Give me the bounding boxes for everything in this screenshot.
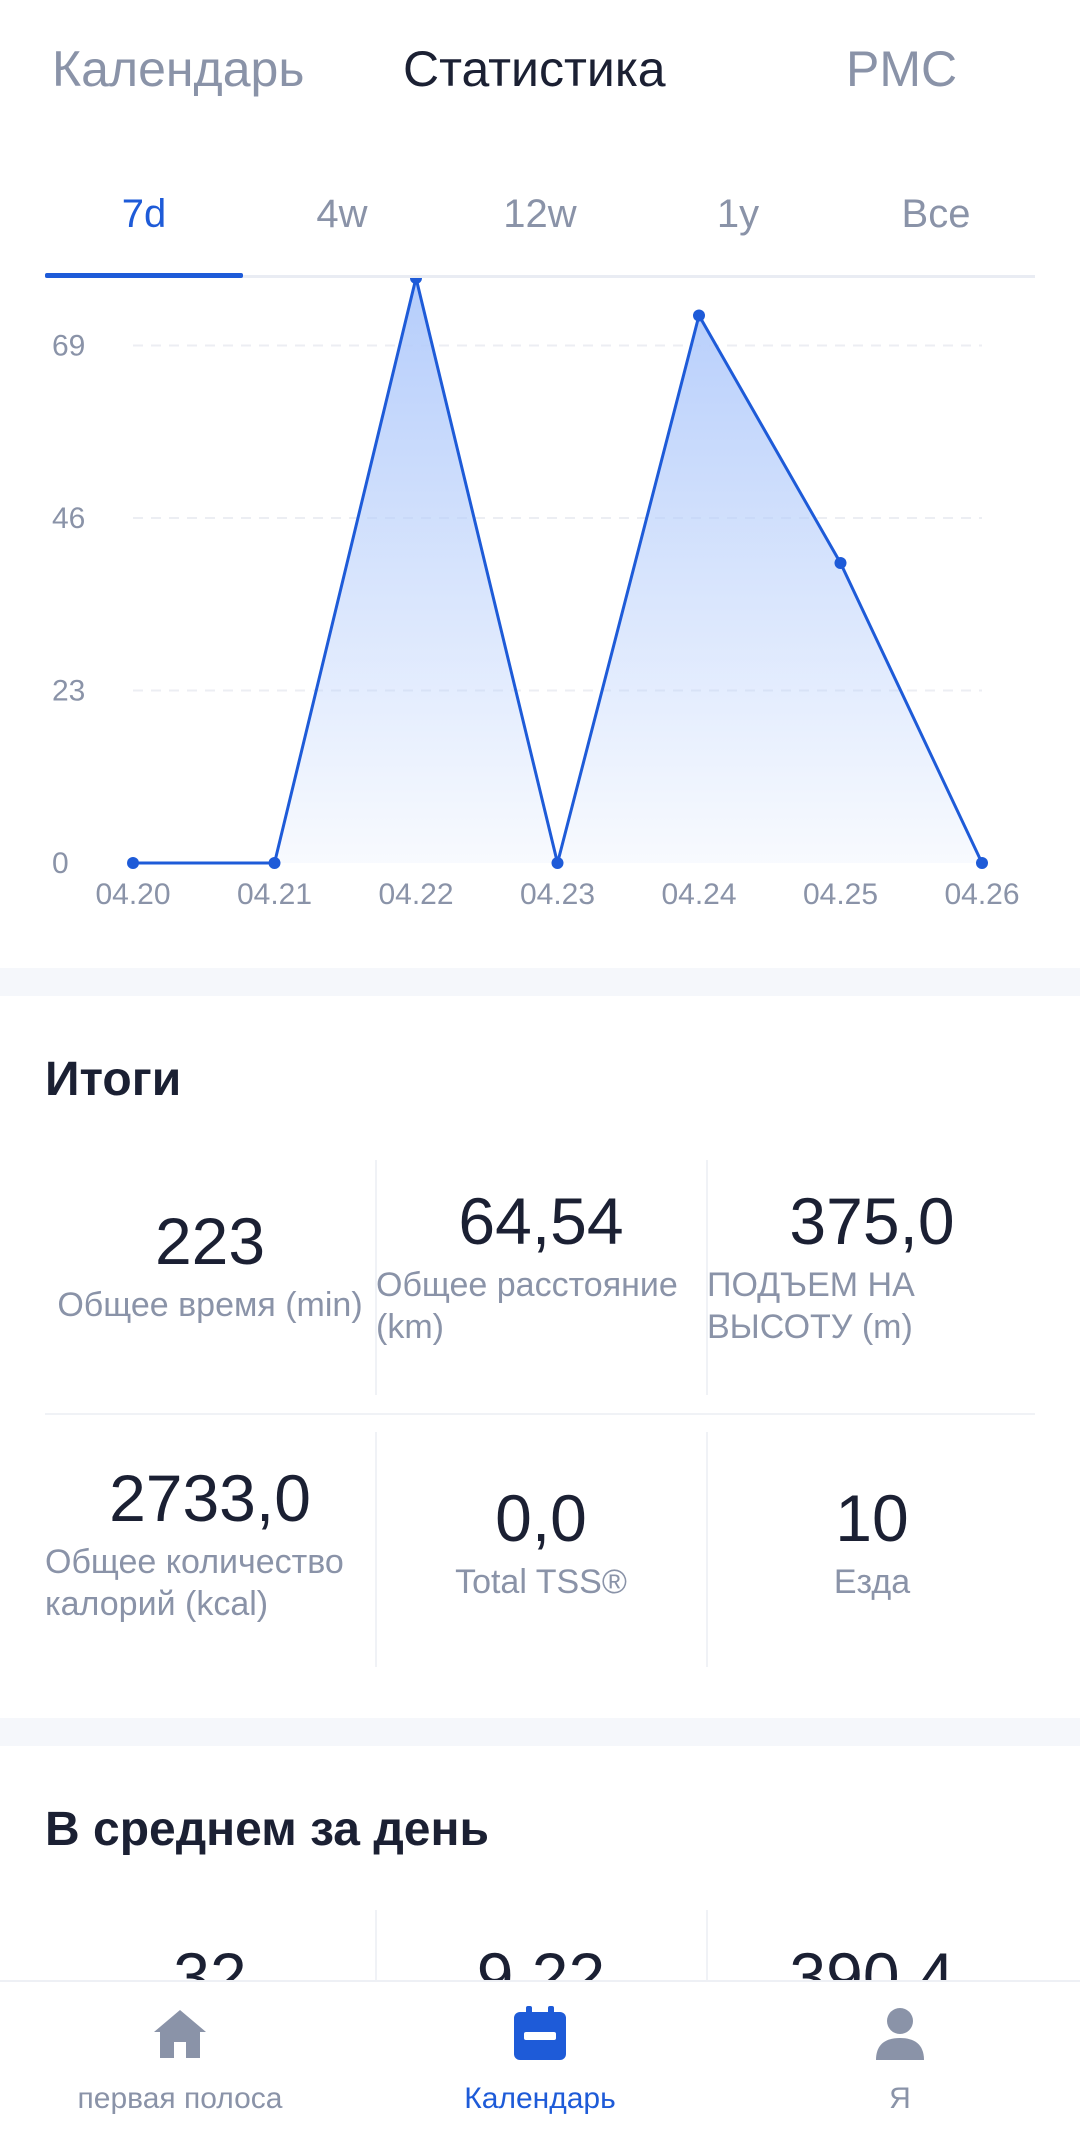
data-point bbox=[551, 857, 564, 869]
person-icon bbox=[876, 2008, 924, 2060]
daily-average-title: В среднем за день bbox=[45, 1803, 489, 1856]
stat-total-time: 223 Общее время (min) bbox=[45, 1205, 375, 1326]
nav-item-calendar[interactable]: Календарь bbox=[360, 1982, 720, 2131]
range-tab-12w[interactable]: 12w bbox=[441, 192, 639, 237]
data-point bbox=[410, 278, 422, 284]
stat-label: ПОДЪЕМ НА ВЫСОТУ (m) bbox=[707, 1265, 915, 1347]
stat-label: Общее количество калорий (kcal) bbox=[45, 1542, 344, 1624]
range-tab-all[interactable]: Все bbox=[837, 192, 1035, 237]
nav-label: Календарь bbox=[464, 2082, 616, 2115]
nav-item-home[interactable]: первая полоса bbox=[0, 1982, 360, 2131]
nav-label: первая полоса bbox=[77, 2082, 283, 2115]
stat-value: 223 bbox=[154, 1204, 266, 1278]
column-divider bbox=[706, 1160, 708, 1395]
x-tick-label: 04.23 bbox=[520, 878, 595, 911]
stat-total-distance: 64,54 Общее расстояние (km) bbox=[376, 1185, 706, 1349]
stat-total-calories: 2733,0 Общее количество калорий (kcal) bbox=[45, 1462, 375, 1626]
tab-calendar[interactable]: Календарь bbox=[52, 40, 304, 98]
y-tick-label: 0 bbox=[52, 847, 69, 880]
tab-pmc[interactable]: PMC bbox=[846, 40, 957, 98]
column-divider bbox=[706, 1910, 708, 1980]
range-tabs: 7d 4w 12w 1y Все bbox=[45, 170, 1035, 278]
section-separator bbox=[0, 1718, 1080, 1746]
range-tab-1y[interactable]: 1y bbox=[639, 192, 837, 237]
stat-value: 2733,0 bbox=[109, 1461, 311, 1535]
stat-elevation: 375,0 ПОДЪЕМ НА ВЫСОТУ (m) bbox=[707, 1185, 1037, 1349]
data-point bbox=[834, 557, 847, 569]
section-separator bbox=[0, 968, 1080, 996]
activity-chart: 0 23 46 69 04.20 04.21 04.22 04.23 04.24 04.25 04.… bbox=[0, 278, 1080, 918]
x-tick-label: 04.20 bbox=[95, 878, 170, 911]
x-tick-label: 04.22 bbox=[378, 878, 453, 911]
stat-value: 10 bbox=[835, 1481, 909, 1555]
stat-rides: 10 Езда bbox=[707, 1482, 1037, 1603]
stat-label: Total TSS® bbox=[455, 1562, 627, 1601]
range-tab-4w[interactable]: 4w bbox=[243, 192, 441, 237]
y-tick-label: 46 bbox=[52, 502, 85, 535]
chart-svg: 0 23 46 69 04.20 04.21 04.22 04.23 04.24 04.25 04.… bbox=[52, 278, 1020, 911]
y-tick-label: 69 bbox=[52, 330, 85, 363]
data-point bbox=[693, 309, 705, 322]
data-point bbox=[268, 857, 281, 869]
x-tick-label: 04.24 bbox=[661, 878, 736, 911]
row-divider bbox=[45, 1413, 1035, 1415]
calendar-icon bbox=[514, 2006, 566, 2060]
stat-label: Езда bbox=[833, 1562, 911, 1601]
home-icon bbox=[154, 2010, 206, 2058]
nav-item-me[interactable]: Я bbox=[720, 1982, 1080, 2131]
column-divider bbox=[375, 1432, 377, 1667]
stat-label: Общее расстояние (km) bbox=[376, 1265, 678, 1347]
series-area bbox=[133, 278, 982, 863]
x-tick-label: 04.25 bbox=[803, 878, 878, 911]
stat-total-tss: 0,0 Total TSS® bbox=[376, 1482, 706, 1603]
column-divider bbox=[375, 1910, 377, 1980]
top-tabs: Календарь Статистика PMC bbox=[0, 0, 1080, 150]
data-point bbox=[976, 857, 988, 869]
tab-statistics[interactable]: Статистика bbox=[403, 40, 666, 98]
totals-title: Итоги bbox=[45, 1053, 182, 1106]
stat-value: 0,0 bbox=[495, 1481, 587, 1555]
column-divider bbox=[706, 1432, 708, 1667]
data-point bbox=[127, 857, 139, 869]
stat-value: 64,54 bbox=[458, 1184, 624, 1258]
column-divider bbox=[375, 1160, 377, 1395]
stat-label: Общее время (min) bbox=[57, 1285, 363, 1324]
range-tab-7d[interactable]: 7d bbox=[45, 192, 243, 237]
y-tick-label: 23 bbox=[52, 675, 85, 708]
x-tick-label: 04.26 bbox=[944, 878, 1019, 911]
stat-value: 375,0 bbox=[789, 1184, 955, 1258]
nav-label: Я bbox=[889, 2082, 911, 2115]
x-tick-label: 04.21 bbox=[237, 878, 312, 911]
bottom-nav: первая полоса Календарь Я bbox=[0, 1980, 1080, 2131]
